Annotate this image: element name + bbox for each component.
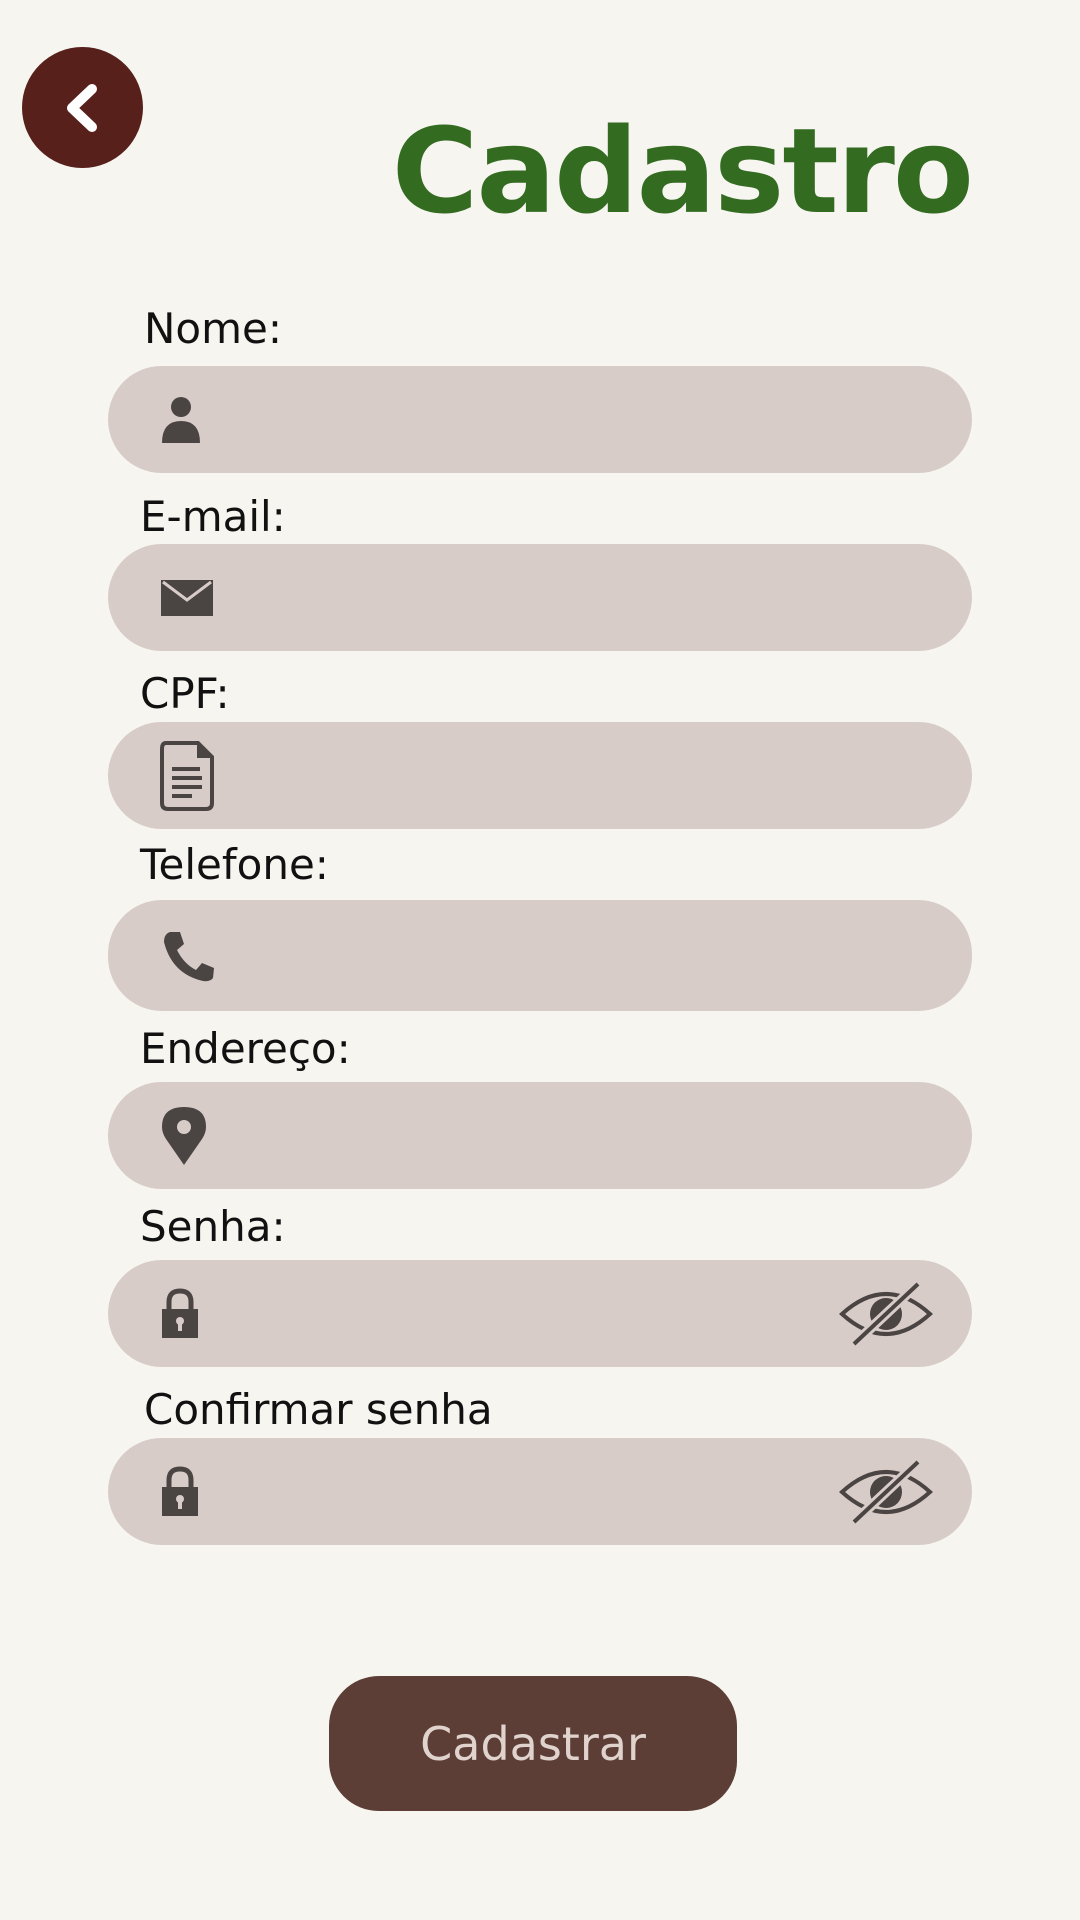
address-input[interactable] [238,1082,842,1189]
document-icon [160,740,214,811]
envelope-icon [160,579,214,617]
cpf-field[interactable] [108,722,972,829]
password-label: Senha: [140,1202,286,1251]
back-button[interactable] [22,47,143,168]
confirm-password-field[interactable] [108,1438,972,1545]
phone-field[interactable] [108,900,972,1011]
map-pin-icon [160,1105,208,1167]
phone-icon [160,928,216,984]
password-input[interactable] [238,1260,842,1367]
register-button[interactable]: Cadastrar [329,1676,737,1811]
confirm-password-label: Confirmar senha [144,1385,493,1434]
page-title: Cadastro [391,102,974,240]
name-input[interactable] [238,366,842,473]
email-label: E-mail: [140,492,286,541]
eye-slash-icon[interactable] [838,1279,934,1348]
name-label: Nome: [144,304,283,353]
email-field[interactable] [108,544,972,651]
phone-input[interactable] [238,900,842,1011]
register-screen: Cadastro Nome: E-mail: CPF: Telefone: En… [0,0,1080,1920]
user-icon [160,395,202,445]
confirm-password-input[interactable] [238,1438,842,1545]
password-field[interactable] [108,1260,972,1367]
lock-icon [160,1465,200,1518]
phone-label: Telefone: [140,840,329,889]
lock-icon [160,1287,200,1340]
address-label: Endereço: [140,1024,351,1073]
name-field[interactable] [108,366,972,473]
cpf-label: CPF: [140,669,230,718]
address-field[interactable] [108,1082,972,1189]
cpf-input[interactable] [238,722,842,829]
chevron-left-icon [66,83,97,132]
eye-slash-icon[interactable] [838,1457,934,1526]
email-input[interactable] [238,544,842,651]
